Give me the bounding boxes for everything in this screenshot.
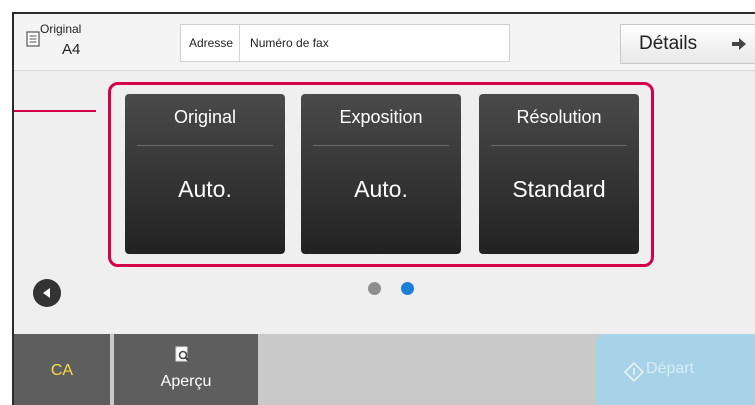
panel-divider	[137, 145, 273, 146]
chevron-left-icon	[43, 288, 50, 298]
original-label: Original	[40, 22, 82, 36]
panel-title: Exposition	[339, 107, 423, 127]
start-label: Départ	[646, 360, 695, 377]
original-setting-button[interactable]: Original Auto.	[125, 94, 285, 254]
preview-label: Aperçu	[160, 373, 212, 390]
machine-screen: Original A4 Adresse Numéro de fax Détail…	[12, 12, 755, 405]
start-button[interactable]: Départ	[596, 334, 755, 405]
page-dot-2-active[interactable]	[401, 282, 414, 295]
resolution-setting-button[interactable]: Résolution Standard	[479, 94, 639, 254]
panel-divider	[491, 145, 627, 146]
start-diamond-icon	[624, 362, 644, 382]
panel-value: Auto.	[354, 176, 408, 202]
address-label: Adresse	[181, 25, 241, 61]
panel-divider	[313, 145, 449, 146]
bottom-bar: CA Aperçu Départ	[14, 334, 755, 405]
details-label: Détails	[639, 33, 698, 54]
clear-all-label: CA	[50, 361, 74, 379]
address-value: Numéro de fax	[250, 36, 329, 50]
details-button[interactable]: Détails	[620, 24, 755, 64]
page-dot-1[interactable]	[368, 282, 381, 295]
top-bar: Original A4 Adresse Numéro de fax Détail…	[14, 14, 755, 71]
original-size: A4	[62, 41, 81, 58]
preview-button[interactable]: Aperçu	[114, 334, 258, 405]
panel-title: Résolution	[516, 107, 602, 127]
magnifier-document-icon	[175, 346, 190, 362]
document-icon	[26, 31, 40, 47]
panel-value: Auto.	[178, 176, 232, 202]
arrow-right-icon	[732, 38, 746, 50]
previous-page-button[interactable]	[33, 279, 61, 307]
clear-all-button[interactable]: CA	[14, 334, 110, 405]
address-field[interactable]: Adresse Numéro de fax	[180, 24, 510, 62]
callout-line	[14, 110, 96, 112]
exposure-setting-button[interactable]: Exposition Auto.	[301, 94, 461, 254]
panel-value: Standard	[512, 176, 606, 202]
panel-title: Original	[173, 107, 237, 127]
